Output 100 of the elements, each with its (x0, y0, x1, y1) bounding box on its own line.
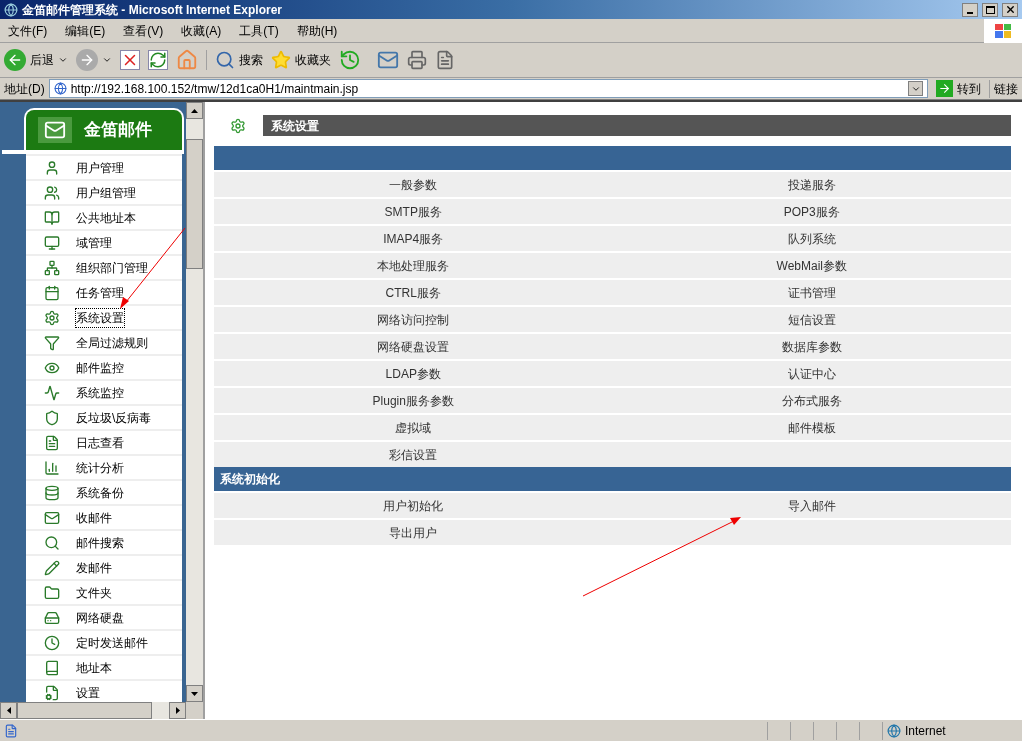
settings-link[interactable]: POP3服务 (612, 202, 1011, 221)
vertical-scrollbar[interactable] (186, 102, 203, 702)
sidebar-label[interactable]: 地址本 (76, 658, 112, 677)
search-button[interactable]: 搜索 (206, 50, 263, 70)
caret-icon (102, 55, 112, 65)
menu-item[interactable]: 文件(F) (8, 21, 48, 40)
settings-link[interactable]: 短信设置 (612, 310, 1011, 329)
sidebar-item[interactable]: 定时发送邮件 (26, 631, 182, 654)
sidebar-item[interactable]: 系统监控 (26, 381, 182, 404)
close-button[interactable] (1002, 2, 1018, 17)
stop-icon[interactable] (120, 50, 140, 70)
sidebar-label[interactable]: 网络硬盘 (76, 608, 124, 627)
refresh-icon[interactable] (148, 50, 168, 70)
sidebar-label[interactable]: 收邮件 (76, 508, 112, 527)
settings-link[interactable]: 数据库参数 (612, 337, 1011, 356)
address-field[interactable]: http://192.168.100.152/tmw/12d1ca0H1/maintmain.jsp (48, 79, 928, 98)
sidebar-label[interactable]: 域管理 (76, 233, 112, 252)
sidebar-label[interactable]: 组织部门管理 (76, 258, 148, 277)
scroll-thumb[interactable] (17, 702, 152, 719)
sidebar-item[interactable]: 地址本 (26, 656, 182, 679)
people-icon (44, 184, 60, 201)
mail-icon[interactable] (377, 49, 399, 71)
settings-link[interactable]: 本地处理服务 (214, 256, 613, 275)
sidebar-item[interactable]: 反垃圾\反病毒 (26, 406, 182, 429)
sidebar-item[interactable]: 网络硬盘 (26, 606, 182, 629)
sidebar-label[interactable]: 系统备份 (76, 483, 124, 502)
sidebar-item[interactable]: 邮件搜索 (26, 531, 182, 554)
horizontal-scrollbar[interactable] (0, 702, 186, 719)
settings-link[interactable]: 队列系统 (612, 229, 1011, 248)
settings-link[interactable]: 邮件模板 (612, 418, 1011, 437)
settings-link[interactable]: LDAP参数 (214, 364, 613, 383)
settings-link[interactable]: SMTP服务 (214, 202, 613, 221)
settings-link[interactable]: 分布式服务 (612, 391, 1011, 410)
sidebar-label[interactable]: 邮件监控 (76, 358, 124, 377)
maximize-button[interactable] (982, 2, 998, 17)
scroll-left-button[interactable] (0, 702, 17, 719)
menu-item[interactable]: 帮助(H) (296, 21, 338, 40)
sidebar-label[interactable]: 邮件搜索 (76, 533, 124, 552)
sidebar-label[interactable]: 全局过滤规则 (76, 333, 148, 352)
menu-item[interactable]: 查看(V) (123, 21, 164, 40)
sidebar-label[interactable]: 用户管理 (76, 158, 124, 177)
sidebar-item[interactable]: 公共地址本 (26, 206, 182, 229)
scroll-down-icon[interactable] (191, 691, 198, 696)
sidebar-item[interactable]: 全局过滤规则 (26, 331, 182, 354)
settings-link[interactable]: 网络硬盘设置 (214, 337, 613, 356)
sidebar-item[interactable]: 系统设置 (26, 306, 182, 329)
back-button[interactable]: 后退 (4, 49, 68, 71)
sidebar-label[interactable]: 系统监控 (76, 383, 124, 402)
settings-link[interactable]: 证书管理 (612, 283, 1011, 302)
sidebar-label[interactable]: 任务管理 (76, 283, 124, 302)
settings-link[interactable]: IMAP4服务 (214, 229, 613, 248)
sidebar-item[interactable]: 组织部门管理 (26, 256, 182, 279)
sidebar-item[interactable]: 域管理 (26, 231, 182, 254)
menu-item[interactable]: 工具(T) (239, 21, 279, 40)
sidebar-item[interactable]: 收邮件 (26, 506, 182, 529)
settings-link[interactable]: Plugin服务参数 (214, 391, 613, 410)
print-icon[interactable] (407, 50, 427, 70)
settings-link[interactable]: CTRL服务 (214, 283, 613, 302)
settings-link[interactable]: 导出用户 (214, 523, 613, 542)
sidebar-label[interactable]: 文件夹 (76, 583, 112, 602)
settings-link[interactable]: 导入邮件 (612, 496, 1011, 515)
scroll-up-icon[interactable] (191, 108, 198, 113)
sidebar-item[interactable]: 日志查看 (26, 431, 182, 454)
window-title: 金笛邮件管理系统 - Microsoft Internet Explorer (22, 1, 284, 19)
scroll-right-button[interactable] (169, 702, 186, 719)
sidebar-item[interactable]: 任务管理 (26, 281, 182, 304)
links-button[interactable]: 链接 (989, 79, 1018, 98)
page-icon (4, 723, 18, 738)
sidebar-item[interactable]: 设置 (26, 681, 182, 702)
menu-item[interactable]: 收藏(A) (181, 21, 222, 40)
settings-link[interactable]: 虚拟域 (214, 418, 613, 437)
edit-icon[interactable] (435, 50, 455, 70)
go-button[interactable]: 转到 (932, 79, 985, 98)
settings-link[interactable]: 彩信设置 (214, 445, 613, 464)
settings-link[interactable]: 认证中心 (612, 364, 1011, 383)
sidebar-label[interactable]: 日志查看 (76, 433, 124, 452)
sidebar-item[interactable]: 用户组管理 (26, 181, 182, 204)
menu-item[interactable]: 编辑(E) (65, 21, 106, 40)
settings-link[interactable]: 投递服务 (612, 175, 1011, 194)
settings-link[interactable]: 网络访问控制 (214, 310, 613, 329)
sidebar-item[interactable]: 系统备份 (26, 481, 182, 504)
minimize-button[interactable] (962, 2, 978, 17)
scroll-thumb[interactable] (186, 139, 203, 269)
sidebar-item[interactable]: 发邮件 (26, 556, 182, 579)
settings-link[interactable]: 一般参数 (214, 175, 613, 194)
sidebar-label[interactable]: 设置 (76, 683, 100, 702)
sidebar-label[interactable]: 定时发送邮件 (76, 633, 148, 652)
sidebar-item[interactable]: 邮件监控 (26, 356, 182, 379)
sidebar-label[interactable]: 发邮件 (76, 558, 112, 577)
sidebar-item[interactable]: 用户管理 (26, 156, 182, 179)
sidebar-label[interactable]: 系统设置 (76, 308, 124, 327)
settings-link[interactable]: 用户初始化 (214, 496, 613, 515)
sidebar-label[interactable]: 统计分析 (76, 458, 124, 477)
favorites-button[interactable]: 收藏夹 (271, 50, 331, 70)
settings-link[interactable]: WebMail参数 (612, 256, 1011, 275)
sidebar-label[interactable]: 反垃圾\反病毒 (76, 408, 152, 427)
sidebar-label[interactable]: 公共地址本 (76, 208, 136, 227)
sidebar-item[interactable]: 统计分析 (26, 456, 182, 479)
sidebar-label[interactable]: 用户组管理 (76, 183, 136, 202)
sidebar-item[interactable]: 文件夹 (26, 581, 182, 604)
